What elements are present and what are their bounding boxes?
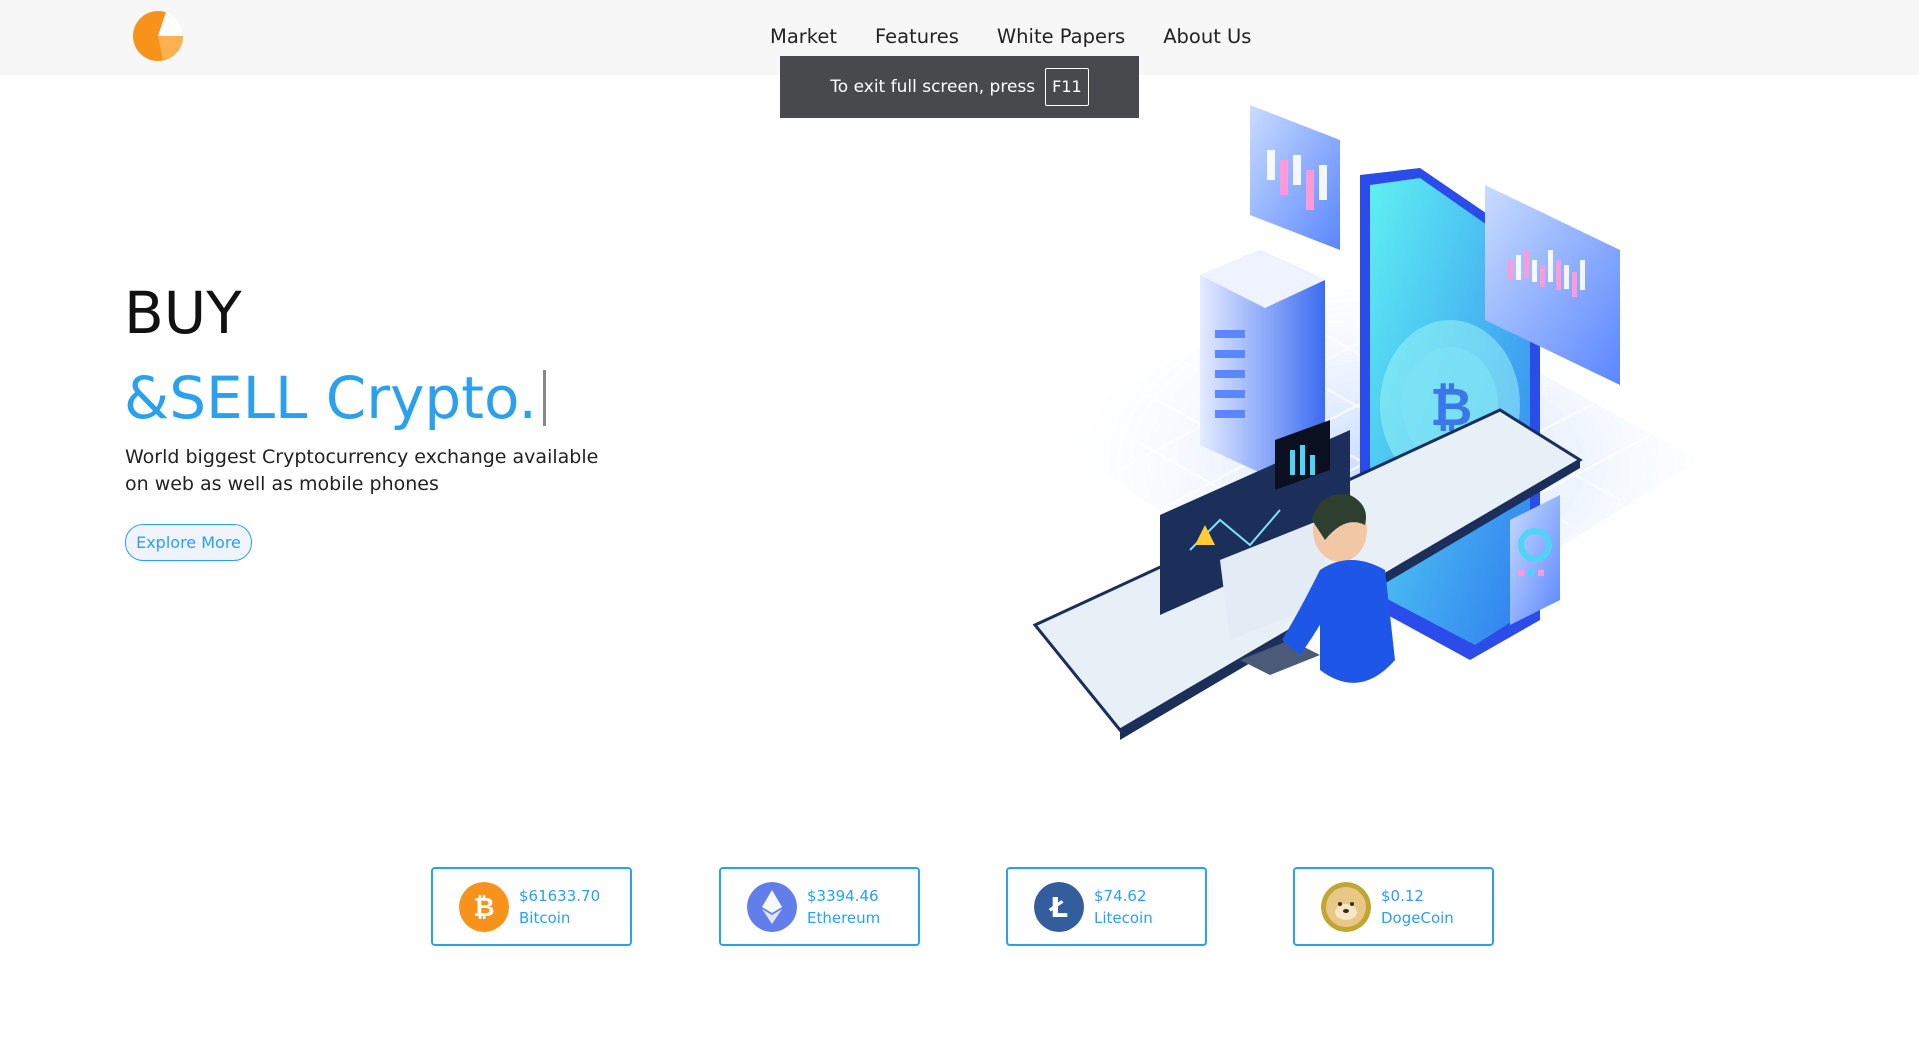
bitcoin-icon: ₿ xyxy=(459,881,509,932)
coin-info: $3394.46 Ethereum xyxy=(807,885,880,929)
logo[interactable] xyxy=(128,9,188,63)
coin-info: $74.62 Litecoin xyxy=(1094,885,1153,929)
nav-links: Market Features White Papers About Us xyxy=(770,22,1251,52)
coin-price: $74.62 xyxy=(1094,886,1147,905)
coin-price: $3394.46 xyxy=(807,886,879,905)
nav-about-us[interactable]: About Us xyxy=(1163,22,1251,52)
coin-info: $0.12 DogeCoin xyxy=(1381,885,1454,929)
coin-name: Ethereum xyxy=(807,908,881,927)
typing-cursor xyxy=(542,370,546,426)
coin-card-litecoin[interactable]: Ł $74.62 Litecoin xyxy=(1006,867,1207,946)
coin-name: DogeCoin xyxy=(1381,908,1454,927)
coin-price: $61633.70 xyxy=(519,886,601,905)
coin-price: $0.12 xyxy=(1381,886,1424,905)
crypto-illustration: ₿ xyxy=(1032,105,1700,740)
coin-name: Litecoin xyxy=(1094,908,1153,927)
ethereum-icon xyxy=(747,881,797,932)
coin-info: $61633.70 Bitcoin xyxy=(519,885,600,929)
litecoin-icon: Ł xyxy=(1034,881,1084,932)
fullscreen-notice-text: To exit full screen, press xyxy=(830,77,1036,97)
floating-chart-panel-left xyxy=(1250,105,1340,250)
nav-features[interactable]: Features xyxy=(875,22,959,52)
hero-description: World biggest Cryptocurrency exchange av… xyxy=(125,446,599,495)
nav-white-papers[interactable]: White Papers xyxy=(997,22,1125,52)
svg-text:Ł: Ł xyxy=(1048,891,1068,924)
coin-name: Bitcoin xyxy=(519,908,571,927)
coin-card-dogecoin[interactable]: $0.12 DogeCoin xyxy=(1293,867,1494,946)
coin-card-bitcoin[interactable]: ₿ $61633.70 Bitcoin xyxy=(431,867,632,946)
hero-title-buy: BUY xyxy=(124,279,242,347)
explore-more-button[interactable]: Explore More xyxy=(125,524,252,561)
dogecoin-icon xyxy=(1321,881,1371,932)
hero-title-sell-text: &SELL Crypto. xyxy=(124,364,537,432)
hero-title-sell: &SELL Crypto. xyxy=(124,362,546,434)
nav-market[interactable]: Market xyxy=(770,22,837,52)
svg-text:₿: ₿ xyxy=(473,893,494,923)
coin-card-ethereum[interactable]: $3394.46 Ethereum xyxy=(719,867,920,946)
